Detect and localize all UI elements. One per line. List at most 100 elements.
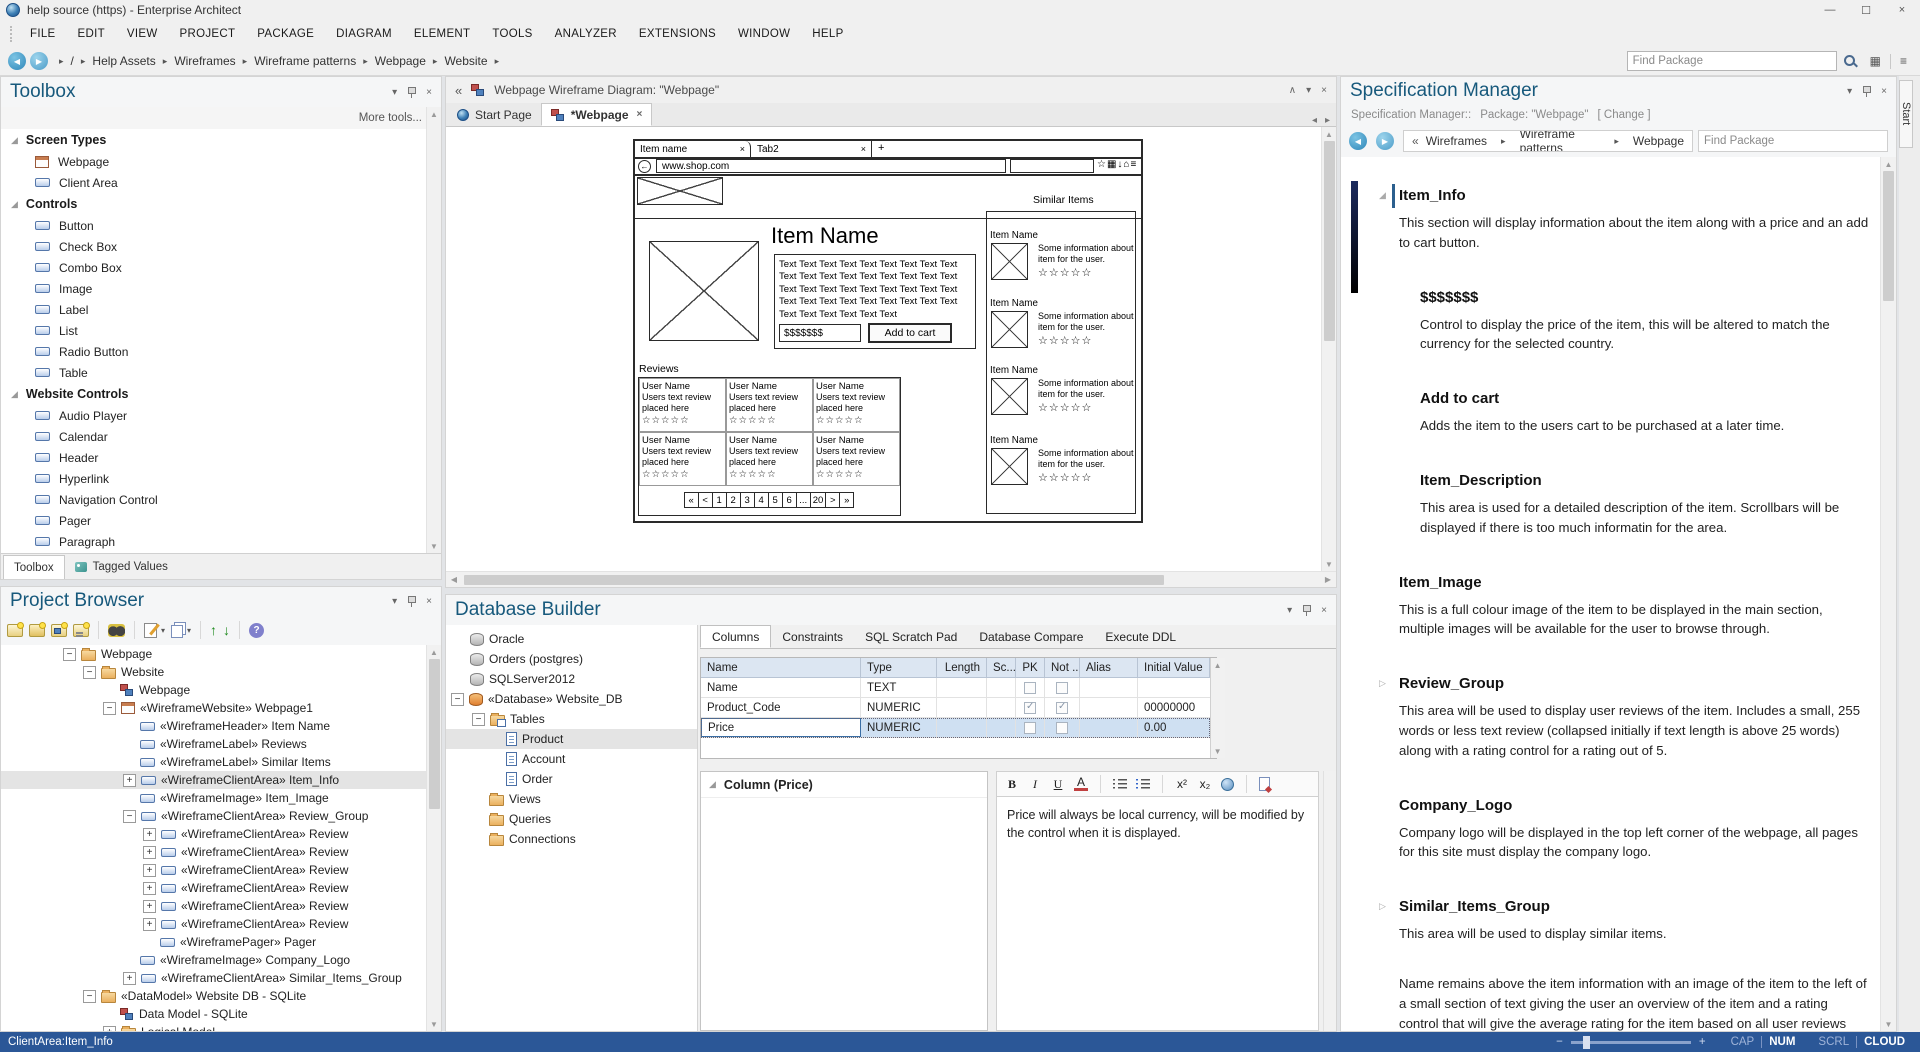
toolbox-section-controls[interactable]: ◢ Controls (1, 193, 426, 215)
tab-sql-scratch-pad[interactable]: SQL Scratch Pad (854, 625, 968, 648)
spec-forward-button[interactable]: ▶ (1376, 132, 1394, 150)
tab-database-compare[interactable]: Database Compare (968, 625, 1094, 648)
toolbox-item-hyperlink[interactable]: Hyperlink (1, 468, 426, 489)
panel-dropdown-icon[interactable]: ▾ (392, 596, 397, 607)
spec-entry-price[interactable]: $$$$$$$ Control to display the price of … (1420, 289, 1870, 355)
forward-button[interactable]: ▶ (30, 52, 48, 70)
tree-row-datamodel[interactable]: −«DataModel» Website DB - SQLite (1, 987, 426, 1005)
tree-row-review[interactable]: +«WireframeClientArea» Review (1, 825, 426, 843)
tree-row-pager[interactable]: «WireframePager» Pager (1, 933, 426, 951)
scroll-right-icon[interactable]: ▶ (1320, 573, 1336, 587)
close-button[interactable]: × (1884, 0, 1920, 20)
tree-row-review[interactable]: +«WireframeClientArea» Review (1, 843, 426, 861)
db-row-order[interactable]: Order (446, 769, 697, 789)
toolbox-item-header[interactable]: Header (1, 447, 426, 468)
diagram-canvas[interactable]: Item name× Tab2× + ← www.shop.com ☆▦↓⌂≡ … (446, 127, 1321, 571)
back-button[interactable]: ◀ (8, 52, 26, 70)
spec-find-package-input[interactable] (1698, 130, 1888, 152)
spec-crumb-wireframes[interactable]: Wireframes (1426, 134, 1487, 148)
move-up-icon[interactable]: ↑ (210, 622, 217, 638)
toolbox-scrollbar[interactable]: ▲ ▼ (426, 107, 441, 553)
expanded-icon[interactable]: ◢ (1379, 190, 1386, 201)
spec-entry-company-logo[interactable]: Company_Logo Company logo will be displa… (1399, 797, 1870, 863)
spec-entry-similar-items-group[interactable]: ▷Similar_Items_Group This area will be u… (1399, 898, 1870, 1031)
toolbox-item-pager[interactable]: Pager (1, 510, 426, 531)
toolbox-item-navigation-control[interactable]: Navigation Control (1, 489, 426, 510)
menu-edit[interactable]: EDIT (67, 20, 116, 47)
underline-icon[interactable]: U (1051, 777, 1065, 792)
start-side-tab[interactable]: Start (1899, 80, 1913, 148)
scroll-down-icon[interactable]: ▼ (1211, 744, 1225, 758)
spec-entry-item-info[interactable]: ◢Item_Info This section will display inf… (1399, 187, 1870, 253)
scroll-up-icon[interactable]: ▲ (1211, 658, 1225, 672)
spec-scrollbar[interactable]: ▲ ▼ (1880, 157, 1896, 1031)
toolbox-section-website-controls[interactable]: ◢ Website Controls (1, 383, 426, 405)
hyperlink-icon[interactable] (1221, 778, 1234, 791)
toolbox-item-webpage[interactable]: Webpage (1, 151, 426, 172)
panel-close-icon[interactable]: × (1321, 605, 1327, 616)
tree-row-review[interactable]: +«WireframeClientArea» Review (1, 897, 426, 915)
menu-diagram[interactable]: DIAGRAM (325, 20, 403, 47)
scroll-down-icon[interactable]: ▼ (427, 1017, 441, 1031)
tree-row-similar-items[interactable]: «WireframeLabel» Similar Items (1, 753, 426, 771)
move-down-icon[interactable]: ↓ (223, 622, 230, 638)
scroll-up-icon[interactable]: ▲ (427, 645, 441, 659)
toggle-num[interactable]: NUM (1769, 1036, 1795, 1048)
panel-dropdown-icon[interactable]: ▾ (392, 87, 397, 98)
collapse-toggle[interactable]: − (123, 810, 136, 823)
tree-row-company-logo[interactable]: «WireframeImage» Company_Logo (1, 951, 426, 969)
db-row-views[interactable]: Views (446, 789, 697, 809)
notes-text[interactable]: Price will always be local currency, wil… (996, 797, 1319, 1031)
toolbox-item-label[interactable]: Label (1, 299, 426, 320)
menu-extensions[interactable]: EXTENSIONS (628, 20, 727, 47)
breadcrumb-website[interactable]: Website (444, 54, 487, 68)
toggle-caps[interactable]: CAP (1731, 1036, 1755, 1048)
scroll-down-icon[interactable]: ▼ (1322, 557, 1336, 571)
zoom-in-icon[interactable]: + (1699, 1036, 1706, 1048)
expand-toggle[interactable]: + (143, 918, 156, 931)
tab-webpage[interactable]: *Webpage× (541, 103, 653, 126)
tree-row-review[interactable]: +«WireframeClientArea» Review (1, 861, 426, 879)
zoom-out-icon[interactable]: − (1556, 1036, 1563, 1048)
font-color-icon[interactable]: A (1074, 777, 1088, 791)
db-row-orders[interactable]: Orders (postgres) (446, 649, 697, 669)
menu-help[interactable]: HELP (801, 20, 854, 47)
collapsed-icon[interactable]: ▷ (1379, 678, 1386, 689)
db-row-account[interactable]: Account (446, 749, 697, 769)
notnull-checkbox[interactable] (1056, 682, 1068, 694)
db-row-oracle[interactable]: Oracle (446, 629, 697, 649)
toolbox-item-button[interactable]: Button (1, 215, 426, 236)
collapse-icon[interactable]: « (455, 83, 462, 98)
bullet-list-icon[interactable] (1113, 778, 1127, 790)
expand-toggle[interactable]: + (143, 900, 156, 913)
pin-icon[interactable] (407, 595, 416, 608)
collapse-toggle[interactable]: − (451, 693, 464, 706)
canvas-hscrollbar[interactable]: ◀ ▶ (446, 571, 1336, 587)
scroll-down-icon[interactable]: ▼ (1881, 1017, 1896, 1031)
spec-back-button[interactable]: ◀ (1349, 132, 1367, 150)
panel-dropdown-icon[interactable]: ▾ (1306, 85, 1311, 96)
tree-row-data-model-sqlite[interactable]: Data Model - SQLite (1, 1005, 426, 1023)
model-views-icon[interactable]: ▦ (1870, 54, 1881, 68)
collapse-toggle[interactable]: − (83, 666, 96, 679)
tab-start-page[interactable]: Start Page (448, 103, 541, 126)
subscript-icon[interactable]: x₂ (1198, 777, 1212, 791)
toolbox-item-table[interactable]: Table (1, 362, 426, 383)
tab-execute-ddl[interactable]: Execute DDL (1094, 625, 1187, 648)
collapse-icon[interactable]: « (1412, 134, 1419, 148)
grid-row-price[interactable]: PriceNUMERIC0.00 (701, 718, 1210, 738)
db-row-product[interactable]: Product (446, 729, 697, 749)
scroll-thumb[interactable] (464, 575, 1164, 585)
tree-row-item-name[interactable]: «WireframeHeader» Item Name (1, 717, 426, 735)
scroll-thumb[interactable] (1883, 171, 1894, 301)
tab-scroll-right-icon[interactable]: ▸ (1325, 115, 1330, 126)
menu-analyzer[interactable]: ANALYZER (544, 20, 628, 47)
canvas-vscrollbar[interactable]: ▲ ▼ (1321, 127, 1336, 571)
new-folder-icon[interactable] (29, 624, 45, 637)
hamburger-icon[interactable]: ≡ (1900, 54, 1907, 68)
dropdown-caret-icon[interactable]: ▾ (161, 626, 165, 635)
spec-crumb-wireframe-patterns[interactable]: Wireframe patterns (1520, 130, 1601, 152)
section-expanded-icon[interactable]: ◢ (709, 779, 716, 790)
spec-entry-review-group[interactable]: ▷Review_Group This area will be used to … (1399, 675, 1870, 760)
tree-row-website-pkg[interactable]: −Website (1, 663, 426, 681)
